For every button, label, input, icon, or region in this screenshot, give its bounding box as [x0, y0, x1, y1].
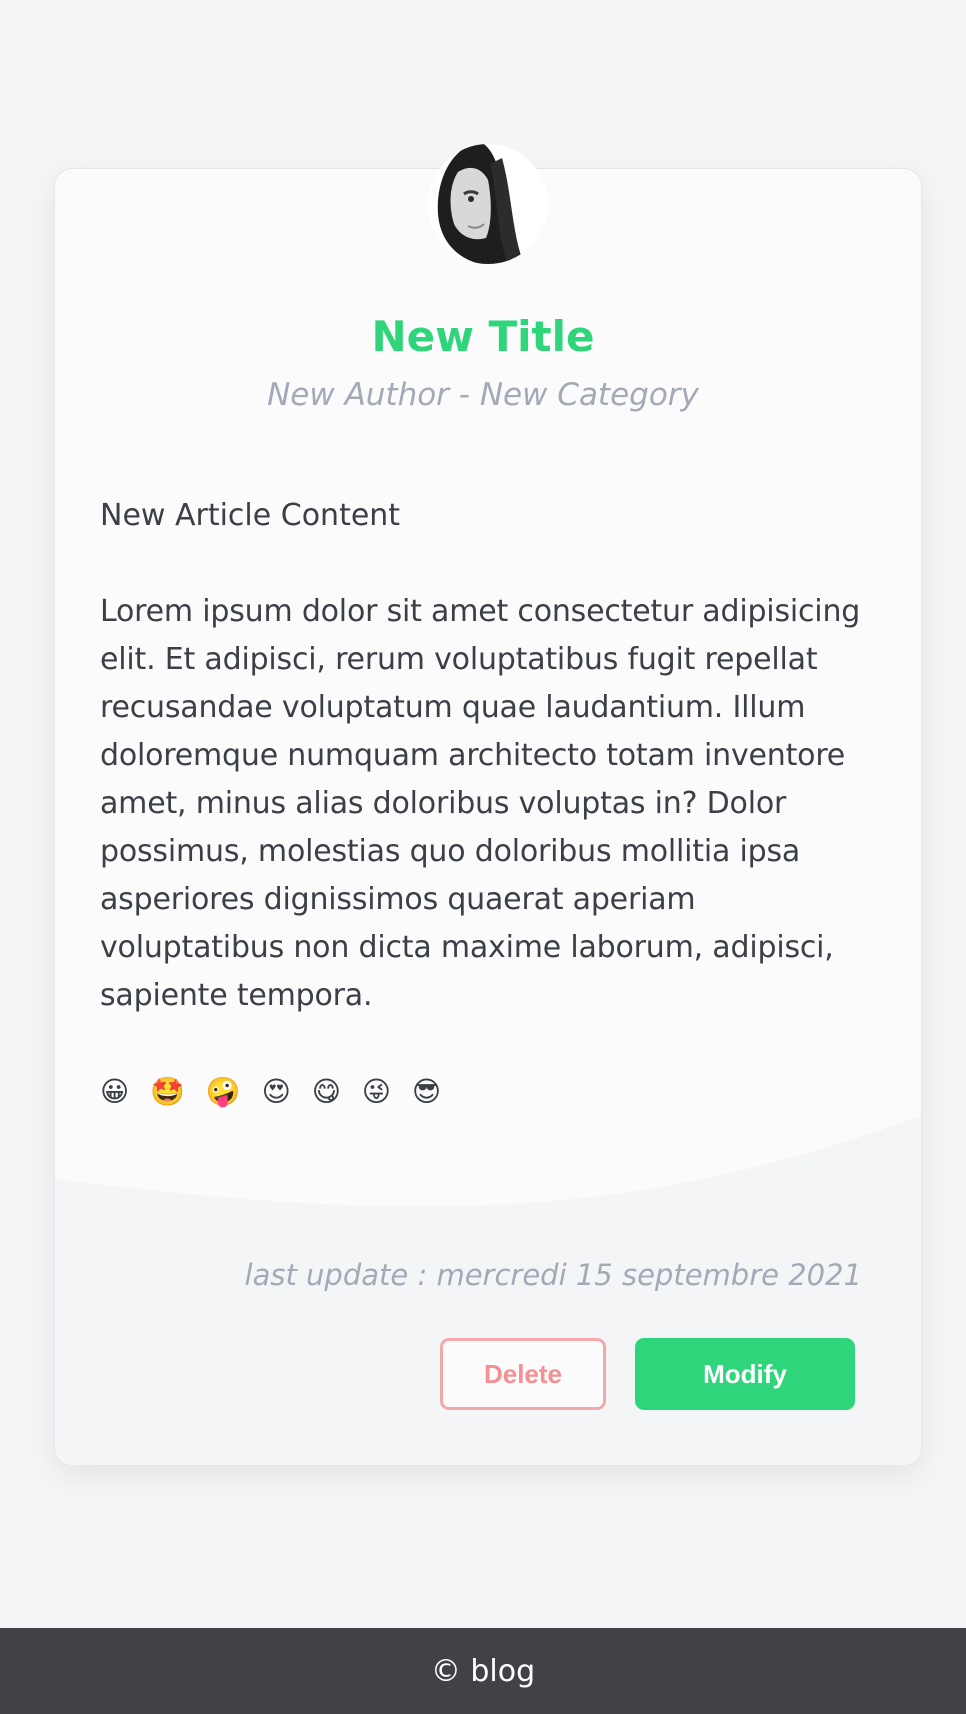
emoji-row: 😀 🤩 🤪 😍 😋 😜 😎 [100, 1075, 448, 1108]
article-body: Lorem ipsum dolor sit amet consectetur a… [100, 594, 861, 1013]
modify-button[interactable]: Modify [635, 1338, 855, 1410]
article-heading: New Article Content [100, 498, 401, 533]
article-content: New Article Content Lorem ipsum dolor si… [100, 492, 880, 1164]
author-avatar [428, 144, 548, 264]
last-update-text: last update : mercredi 15 septembre 2021 [244, 1258, 862, 1292]
page: New Title New Author - New Category New … [0, 0, 966, 1714]
delete-button[interactable]: Delete [440, 1338, 606, 1410]
article-subtitle: New Author - New Category [267, 377, 699, 413]
avatar-photo-icon [428, 144, 548, 264]
footer: © blog [0, 1628, 966, 1714]
footer-text: © blog [430, 1653, 536, 1689]
article-title: New Title [371, 312, 595, 361]
